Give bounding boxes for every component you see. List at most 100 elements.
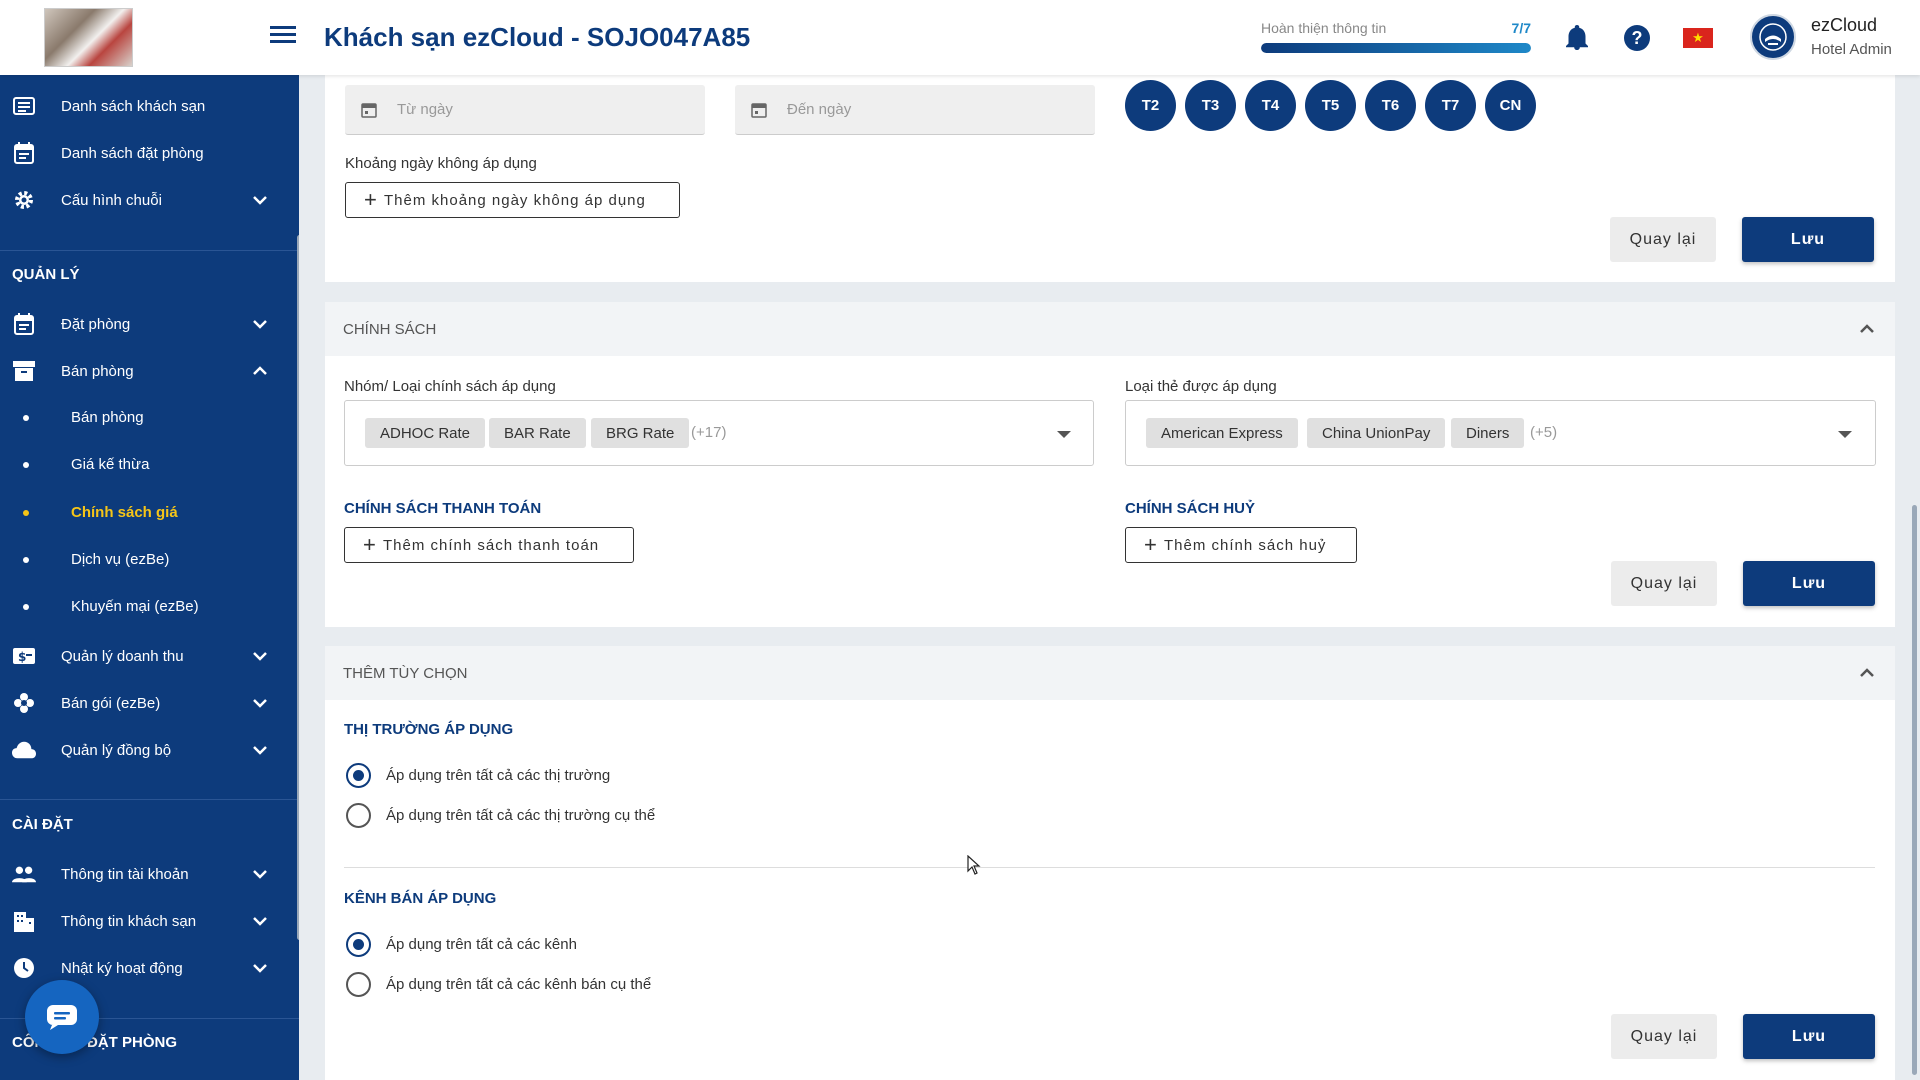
profile-progress: Hoàn thiện thông tin 7/7 — [1261, 20, 1531, 53]
chevron-down-icon — [253, 196, 267, 205]
day-toggle-t4[interactable]: T4 — [1245, 80, 1296, 131]
main-scrollbar[interactable] — [1912, 505, 1917, 1075]
sidebar-subitem-label: Dịch vụ (ezBe) — [71, 551, 170, 568]
cloud-icon — [12, 738, 36, 762]
radio-unchecked[interactable] — [346, 803, 371, 828]
chevron-down-icon — [253, 320, 267, 329]
bullet-dot — [23, 510, 29, 516]
sidebar-item-revenue[interactable]: $ Quản lý doanh thu — [0, 636, 290, 676]
sidebar-section-manage: QUẢN LÝ — [12, 266, 80, 283]
sidebar-subitem-rate-policy[interactable]: Chính sách giá — [0, 493, 290, 533]
sidebar-item-account[interactable]: Thông tin tài khoản — [0, 854, 290, 894]
sidebar-subitem-label: Khuyến mại (ezBe) — [71, 598, 199, 615]
vietnam-flag-icon[interactable]: ★ — [1683, 28, 1713, 48]
policy-group-label: Nhóm/ Loại chính sách áp dụng — [344, 378, 556, 395]
sidebar-item-label: Bán gói (ezBe) — [61, 694, 161, 712]
sidebar-subitem-label: Chính sách giá — [71, 504, 178, 521]
add-payment-policy-label: Thêm chính sách thanh toán — [383, 536, 600, 554]
sidebar-item-label: Nhật ký hoạt động — [61, 959, 183, 977]
back-button[interactable]: Quay lại — [1611, 561, 1717, 606]
chevron-down-icon — [253, 964, 267, 973]
radio-checked[interactable] — [346, 763, 371, 788]
avatar[interactable] — [1750, 14, 1796, 60]
add-cancel-policy-button[interactable]: + Thêm chính sách huỷ — [1125, 527, 1357, 563]
add-payment-policy-button[interactable]: + Thêm chính sách thanh toán — [344, 527, 634, 563]
options-card-title: THÊM TÙY CHỌN — [343, 665, 468, 682]
chat-icon — [47, 1005, 77, 1030]
chevron-up-icon — [253, 366, 267, 375]
save-button[interactable]: Lưu — [1742, 217, 1874, 262]
sidebar-item-sync[interactable]: Quản lý đồng bộ — [0, 730, 290, 770]
bell-icon[interactable] — [1563, 24, 1591, 52]
sidebar-item-activity-log[interactable]: Nhật ký hoạt động — [0, 948, 290, 988]
top-header: Khách sạn ezCloud - SOJO047A85 Hoàn thiệ… — [0, 0, 1920, 75]
channel-radio-specific[interactable]: Áp dụng trên tất cả các kênh bán cụ thể — [346, 972, 746, 998]
chevron-up-icon[interactable] — [1857, 663, 1877, 683]
sidebar-subitem-inherited-price[interactable]: Giá kế thừa — [0, 445, 290, 485]
market-radio-specific[interactable]: Áp dụng trên tất cả các thị trường cụ th… — [346, 803, 746, 829]
calendar-icon — [12, 141, 36, 165]
page-title: Khách sạn ezCloud - SOJO047A85 — [324, 22, 751, 52]
day-toggle-t3[interactable]: T3 — [1185, 80, 1236, 131]
back-button[interactable]: Quay lại — [1611, 1014, 1717, 1059]
gear-icon — [12, 188, 36, 212]
sidebar-item-room-sales[interactable]: Bán phòng — [0, 351, 290, 391]
to-date-input[interactable]: Đến ngày — [735, 85, 1095, 135]
sidebar-item-booking-list[interactable]: Danh sách đặt phòng — [0, 133, 290, 173]
policy-card: CHÍNH SÁCH Nhóm/ Loại chính sách áp dụng… — [325, 302, 1895, 627]
policy-group-select[interactable]: ADHOC Rate BAR Rate BRG Rate (+17) — [344, 400, 1094, 466]
add-excluded-dates-button[interactable]: + Thêm khoảng ngày không áp dụng — [345, 182, 680, 218]
sidebar-item-label: Danh sách đặt phòng — [61, 144, 204, 162]
help-icon[interactable]: ? — [1623, 24, 1651, 52]
market-radio-specific-label: Áp dụng trên tất cả các thị trường cụ th… — [386, 807, 656, 824]
card-type-select[interactable]: American Express China UnionPay Diners (… — [1125, 400, 1876, 466]
day-toggle-t7[interactable]: T7 — [1425, 80, 1476, 131]
sidebar-scrollbar[interactable] — [297, 235, 299, 940]
policy-card-title: CHÍNH SÁCH — [343, 321, 437, 338]
sidebar-item-booking[interactable]: Đặt phòng — [0, 304, 290, 344]
sidebar-item-hotel-list[interactable]: Danh sách khách sạn — [0, 86, 290, 126]
hotel-logo[interactable] — [44, 8, 133, 67]
sidebar-subitem-services[interactable]: Dịch vụ (ezBe) — [0, 540, 290, 580]
sidebar-item-packages[interactable]: Bán gói (ezBe) — [0, 683, 290, 723]
sidebar-item-label: Quản lý doanh thu — [61, 647, 184, 665]
policy-card-header[interactable]: CHÍNH SÁCH — [325, 302, 1895, 356]
mouse-cursor-icon — [967, 855, 981, 875]
options-card: THÊM TÙY CHỌN THỊ TRƯỜNG ÁP DỤNG Áp dụng… — [325, 646, 1895, 1080]
excluded-dates-label: Khoảng ngày không áp dụng — [345, 155, 537, 172]
sidebar-item-label: Đặt phòng — [61, 315, 131, 333]
calendar-icon — [12, 312, 36, 336]
card-type-chip: Diners — [1451, 418, 1525, 448]
plus-icon: + — [1144, 532, 1157, 557]
sidebar-item-hotel-info[interactable]: Thông tin khách sạn — [0, 901, 290, 941]
channel-heading: KÊNH BÁN ÁP DỤNG — [344, 890, 497, 907]
from-date-input[interactable]: Từ ngày — [345, 85, 705, 135]
chevron-down-icon — [253, 652, 267, 661]
sidebar-divider — [0, 799, 299, 800]
back-button[interactable]: Quay lại — [1610, 217, 1716, 262]
sidebar-item-chain-config[interactable]: Cấu hình chuỗi — [0, 180, 290, 220]
radio-checked[interactable] — [346, 932, 371, 957]
day-toggle-t2[interactable]: T2 — [1125, 80, 1176, 131]
radio-unchecked[interactable] — [346, 972, 371, 997]
sidebar-subitem-promotions[interactable]: Khuyến mại (ezBe) — [0, 587, 290, 627]
day-toggle-cn[interactable]: CN — [1485, 80, 1536, 131]
chevron-up-icon[interactable] — [1857, 319, 1877, 339]
menu-icon[interactable] — [270, 26, 296, 48]
save-button[interactable]: Lưu — [1743, 1014, 1875, 1059]
options-card-header[interactable]: THÊM TÙY CHỌN — [325, 646, 1895, 700]
sidebar-subitem-room-sales[interactable]: Bán phòng — [0, 398, 290, 438]
plus-icon: + — [364, 187, 377, 212]
progress-fill — [1261, 43, 1531, 53]
channel-radio-all-label: Áp dụng trên tất cả các kênh — [386, 936, 577, 953]
plus-icon: + — [363, 532, 376, 557]
calendar-icon — [361, 103, 377, 118]
sidebar-item-label: Quản lý đồng bộ — [61, 741, 172, 759]
channel-radio-all[interactable]: Áp dụng trên tất cả các kênh — [346, 932, 746, 958]
market-radio-all[interactable]: Áp dụng trên tất cả các thị trường — [346, 763, 746, 789]
save-button[interactable]: Lưu — [1743, 561, 1875, 606]
chat-button[interactable] — [25, 980, 99, 1054]
day-toggle-t6[interactable]: T6 — [1365, 80, 1416, 131]
bullet-dot — [23, 415, 29, 421]
day-toggle-t5[interactable]: T5 — [1305, 80, 1356, 131]
